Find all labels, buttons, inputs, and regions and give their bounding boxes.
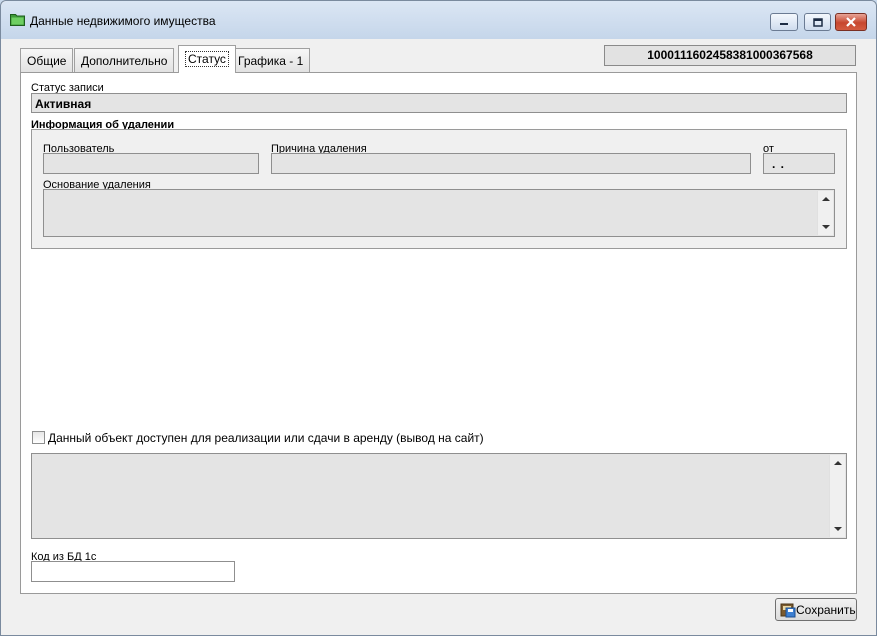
scroll-up-icon[interactable] [822,197,830,201]
tab-label: Общие [27,54,67,68]
tab-label: Дополнительно [81,54,168,68]
scroll-down-icon[interactable] [834,527,842,531]
db-code-field[interactable] [31,561,235,582]
window: Данные недвижимого имущества Общие Допол… [0,0,877,636]
minimize-icon [771,14,797,30]
folder-icon [10,14,25,26]
maximize-button[interactable] [804,13,831,31]
status-tab-panel: Статус записи Активная Информация об уда… [20,72,857,594]
tab-label: Графика - 1 [238,54,304,68]
website-checkbox[interactable] [32,431,45,444]
tab-additional[interactable]: Дополнительно [74,48,175,72]
basis-scrollbar[interactable] [817,191,833,235]
deletion-info-group: Пользователь Причина удаления от . . Осн… [31,129,847,249]
date-field[interactable]: . . [763,153,835,174]
tab-status[interactable]: Статус [178,45,236,73]
status-field[interactable]: Активная [31,93,847,113]
window-title: Данные недвижимого имущества [30,14,216,28]
tab-general[interactable]: Общие [20,48,74,72]
save-button[interactable]: Сохранить [775,598,857,621]
scroll-down-icon[interactable] [822,225,830,229]
reason-field[interactable] [271,153,751,174]
minimize-button[interactable] [770,13,798,31]
close-icon [836,14,866,30]
close-button[interactable] [835,13,867,31]
maximize-icon [805,14,830,30]
user-field[interactable] [43,153,259,174]
scroll-up-icon[interactable] [834,461,842,465]
basis-textarea[interactable] [43,189,835,237]
save-icon [780,603,796,618]
website-checkbox-label[interactable]: Данный объект доступен для реализации ил… [48,431,484,445]
record-id-field: 10001116024583810003675​68 [604,45,856,66]
website-textarea[interactable] [31,453,847,539]
tab-graphics[interactable]: Графика - 1 [231,48,311,72]
website-scrollbar[interactable] [829,455,845,537]
title-bar: Данные недвижимого имущества [1,1,876,39]
tab-label: Статус [185,51,229,67]
save-button-label: Сохранить [796,603,856,617]
